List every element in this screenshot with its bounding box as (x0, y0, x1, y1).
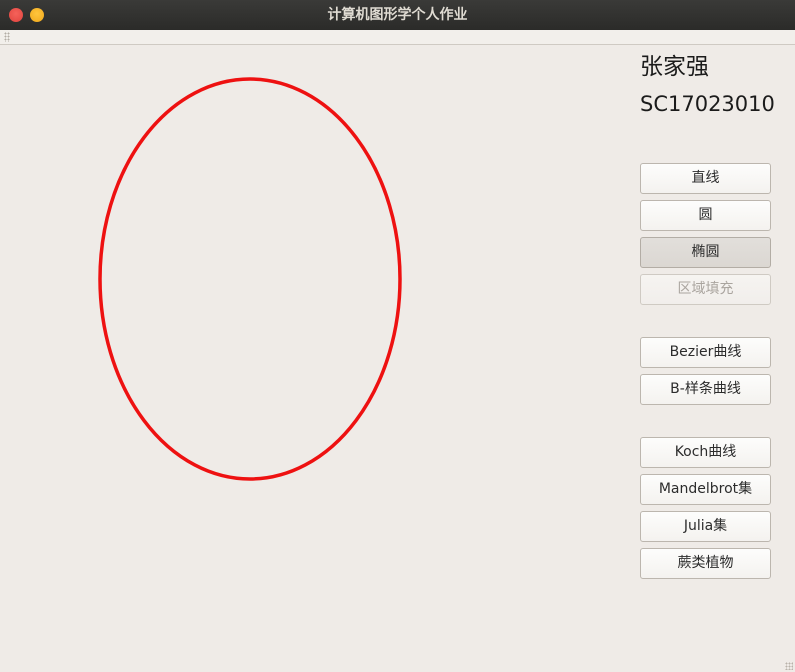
window-title: 计算机图形学个人作业 (327, 7, 468, 23)
drawn-ellipse (98, 77, 402, 481)
line-button[interactable]: 直线 (640, 163, 771, 194)
drawing-canvas[interactable] (0, 46, 630, 672)
drawing-surface (98, 77, 402, 481)
app-window: 计算机图形学个人作业 张家强 SC17023010 直线 圆 椭圆 区域填充 B… (0, 0, 795, 672)
region-fill-button: 区域填充 (640, 274, 771, 305)
toolbar-grip-handle[interactable] (4, 32, 10, 42)
toolbar-strip (0, 30, 795, 45)
title-bar[interactable]: 计算机图形学个人作业 (0, 0, 795, 30)
circle-button[interactable]: 圆 (640, 200, 771, 231)
student-name: 张家强 (640, 54, 709, 80)
koch-curve-button[interactable]: Koch曲线 (640, 437, 771, 468)
bezier-curve-button[interactable]: Bezier曲线 (640, 337, 771, 368)
bspline-curve-button[interactable]: B-样条曲线 (640, 374, 771, 405)
fern-plant-button[interactable]: 蕨类植物 (640, 548, 771, 579)
mandelbrot-set-button[interactable]: Mandelbrot集 (640, 474, 771, 505)
resize-grip-handle[interactable] (785, 662, 793, 670)
student-id: SC17023010 (640, 92, 775, 116)
julia-set-button[interactable]: Julia集 (640, 511, 771, 542)
ellipse-button[interactable]: 椭圆 (640, 237, 771, 268)
